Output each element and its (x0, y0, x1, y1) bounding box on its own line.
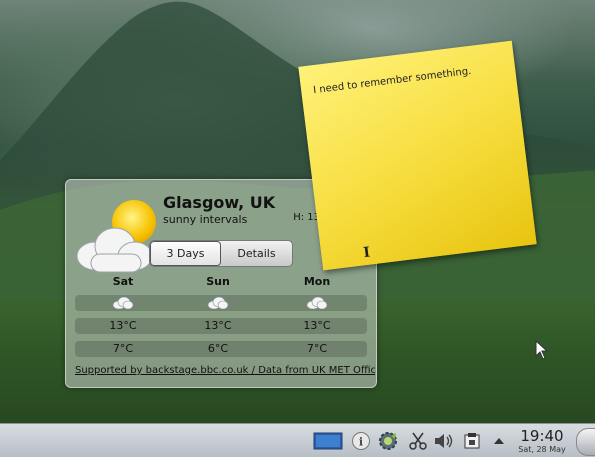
day-name: Mon (303, 275, 331, 288)
tab-3-days[interactable]: 3 Days (150, 241, 221, 266)
forecast-high-row: 13°C 13°C 13°C (75, 318, 367, 334)
weather-tabbar: 3 Days Details (149, 240, 293, 267)
info-icon[interactable]: i (350, 430, 372, 452)
weather-source-link[interactable]: Supported by backstage.bbc.co.uk / Data … (75, 365, 375, 376)
forecast-high: 13°C (109, 319, 137, 332)
text-cursor-icon: I (362, 244, 372, 262)
day-name: Sat (112, 275, 134, 288)
clock-date: Sat, 28 May (518, 445, 566, 454)
note-text[interactable]: I need to remember something. (313, 66, 472, 96)
desktop-preview-icon[interactable] (313, 430, 343, 452)
clock-time: 19:40 (520, 427, 564, 445)
forecast-low: 6°C (207, 342, 229, 355)
update-gear-icon[interactable] (377, 430, 399, 452)
panel-toolbox-button[interactable] (576, 428, 595, 456)
forecast-high: 13°C (303, 319, 331, 332)
forecast-low-row: 7°C 6°C 7°C (75, 341, 367, 357)
forecast-icon-row (75, 295, 367, 311)
day-name: Sun (206, 275, 230, 288)
cloud-icon (207, 297, 229, 309)
weather-city: Glasgow, UK (163, 193, 276, 212)
volume-icon[interactable] (433, 430, 455, 452)
svg-text:i: i (359, 436, 363, 449)
weather-condition: sunny intervals (163, 213, 248, 226)
taskbar: i 19:40 Sat, 28 May (0, 423, 595, 457)
digital-clock[interactable]: 19:40 Sat, 28 May (512, 427, 572, 454)
forecast-low: 7°C (306, 342, 328, 355)
tray-expand-arrow-icon[interactable] (488, 430, 510, 452)
klipper-scissors-icon[interactable] (407, 430, 429, 452)
cloud-icon (76, 227, 153, 273)
forecast-high: 13°C (204, 319, 232, 332)
cloud-icon (112, 297, 134, 309)
cloud-icon (306, 297, 328, 309)
mouse-pointer-icon (535, 340, 549, 360)
sticky-note[interactable]: I need to remember something. I (298, 40, 537, 271)
removable-device-icon[interactable] (461, 430, 483, 452)
forecast-low: 7°C (112, 342, 134, 355)
tab-details[interactable]: Details (221, 241, 292, 266)
